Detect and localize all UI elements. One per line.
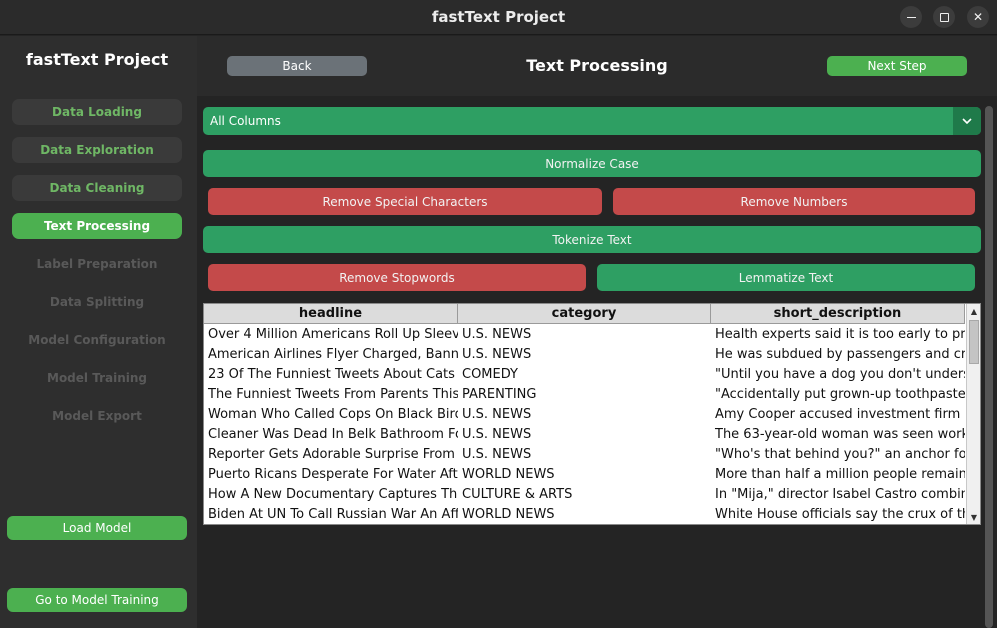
table-cell: Puerto Ricans Desperate For Water After … [208,467,458,482]
table-row[interactable]: Puerto Ricans Desperate For Water After … [204,465,965,485]
sidebar-item-data-splitting: Data Splitting [49,295,145,309]
table-row[interactable]: Reporter Gets Adorable Surprise From Her… [204,445,965,465]
table-cell: Reporter Gets Adorable Surprise From Her… [208,447,458,462]
normalize-case-button[interactable]: Normalize Case [203,150,981,177]
sidebar: fastText Project Data Loading Data Explo… [0,36,197,628]
table-header: headline category short_description [204,304,965,324]
table-cell: PARENTING [462,387,537,402]
table-cell: Over 4 Million Americans Roll Up Sleeves… [208,327,458,342]
sidebar-item-model-training: Model Training [47,371,147,385]
table-cell: U.S. NEWS [462,327,532,342]
table-row[interactable]: How A New Documentary Captures The Compl… [204,485,965,505]
dropdown-arrow-button[interactable] [953,107,981,135]
table-cell: WORLD NEWS [462,507,555,522]
minimize-icon [906,16,916,19]
table-scrollbar[interactable]: ▲ ▼ [966,304,980,524]
main-panel: All Columns Normalize Case Remove Specia… [197,96,997,628]
scroll-down-arrow-icon[interactable]: ▼ [967,510,980,524]
column-select-dropdown[interactable]: All Columns [203,107,981,135]
table-cell: "Until you have a dog you don't understa… [715,367,965,382]
title-bar: fastText Project ✕ [0,0,997,35]
table-cell: How A New Documentary Captures The Compl… [208,487,458,502]
chevron-down-icon [962,118,972,124]
sidebar-item-text-processing[interactable]: Text Processing [12,213,182,239]
table-row[interactable]: Over 4 Million Americans Roll Up Sleeves… [204,325,965,345]
maximize-icon [939,12,949,22]
scrollbar-thumb[interactable] [969,320,979,364]
table-row[interactable]: Biden At UN To Call Russian War An Affro… [204,505,965,524]
data-table: headline category short_description Over… [203,303,981,525]
tokenize-text-button[interactable]: Tokenize Text [203,226,981,253]
sidebar-item-data-exploration[interactable]: Data Exploration [12,137,182,163]
column-select-value: All Columns [210,114,281,128]
back-button[interactable]: Back [227,56,367,76]
sidebar-title: fastText Project [25,50,169,69]
table-row[interactable]: The Funniest Tweets From Parents This We… [204,385,965,405]
table-cell: U.S. NEWS [462,407,532,422]
table-row[interactable]: Cleaner Was Dead In Belk Bathroom For 4 … [204,425,965,445]
page-title: Text Processing [526,56,668,75]
table-cell: In "Mija," director Isabel Castro combin… [715,487,965,502]
header: Back Text Processing Next Step [197,36,997,96]
close-button[interactable]: ✕ [967,6,989,28]
remove-special-characters-button[interactable]: Remove Special Characters [208,188,602,215]
table-row[interactable]: Woman Who Called Cops On Black Bird-Watc… [204,405,965,425]
table-cell: The 63-year-old woman was seen working a… [715,427,965,442]
sidebar-item-model-configuration: Model Configuration [28,333,166,347]
table-cell: Health experts said it is too early to p… [715,327,965,342]
window-title: fastText Project [431,8,566,26]
table-cell: U.S. NEWS [462,427,532,442]
lemmatize-text-button[interactable]: Lemmatize Text [597,264,975,291]
table-cell: American Airlines Flyer Charged, Banned … [208,347,458,362]
table-cell: More than half a million people remained… [715,467,965,482]
table-cell: 23 Of The Funniest Tweets About Cats And… [208,367,458,382]
next-step-button[interactable]: Next Step [827,56,967,76]
table-cell: Amy Cooper accused investment firm Frank… [715,407,965,422]
table-row[interactable]: 23 Of The Funniest Tweets About Cats And… [204,365,965,385]
table-cell: U.S. NEWS [462,347,532,362]
scroll-up-arrow-icon[interactable]: ▲ [967,304,980,318]
sidebar-item-model-export: Model Export [52,409,142,423]
column-header-short-description[interactable]: short_description [711,304,965,324]
maximize-button[interactable] [933,6,955,28]
column-header-headline[interactable]: headline [204,304,458,324]
remove-stopwords-button[interactable]: Remove Stopwords [208,264,586,291]
table-cell: He was subdued by passengers and crew wh… [715,347,965,362]
go-to-model-training-button[interactable]: Go to Model Training [7,588,187,612]
load-model-button[interactable]: Load Model [7,516,187,540]
main-scrollbar[interactable] [985,106,993,628]
table-cell: "Accidentally put grown-up toothpaste on… [715,387,965,402]
table-cell: CULTURE & ARTS [462,487,573,502]
table-cell: Biden At UN To Call Russian War An Affro… [208,507,458,522]
sidebar-item-data-cleaning[interactable]: Data Cleaning [12,175,182,201]
column-header-category[interactable]: category [458,304,711,324]
table-cell: White House officials say the crux of th… [715,507,965,522]
table-cell: WORLD NEWS [462,467,555,482]
table-cell: "Who's that behind you?" an anchor for N… [715,447,965,462]
remove-numbers-button[interactable]: Remove Numbers [613,188,975,215]
close-icon: ✕ [972,10,984,24]
table-body: Over 4 Million Americans Roll Up Sleeves… [204,325,965,524]
table-row[interactable]: American Airlines Flyer Charged, Banned … [204,345,965,365]
minimize-button[interactable] [900,6,922,28]
table-cell: The Funniest Tweets From Parents This We… [208,387,458,402]
table-cell: COMEDY [462,367,518,382]
table-cell: Woman Who Called Cops On Black Bird-Watc… [208,407,458,422]
table-cell: U.S. NEWS [462,447,532,462]
sidebar-item-data-loading[interactable]: Data Loading [12,99,182,125]
table-cell: Cleaner Was Dead In Belk Bathroom For 4 … [208,427,458,442]
sidebar-item-label-preparation: Label Preparation [36,257,158,271]
